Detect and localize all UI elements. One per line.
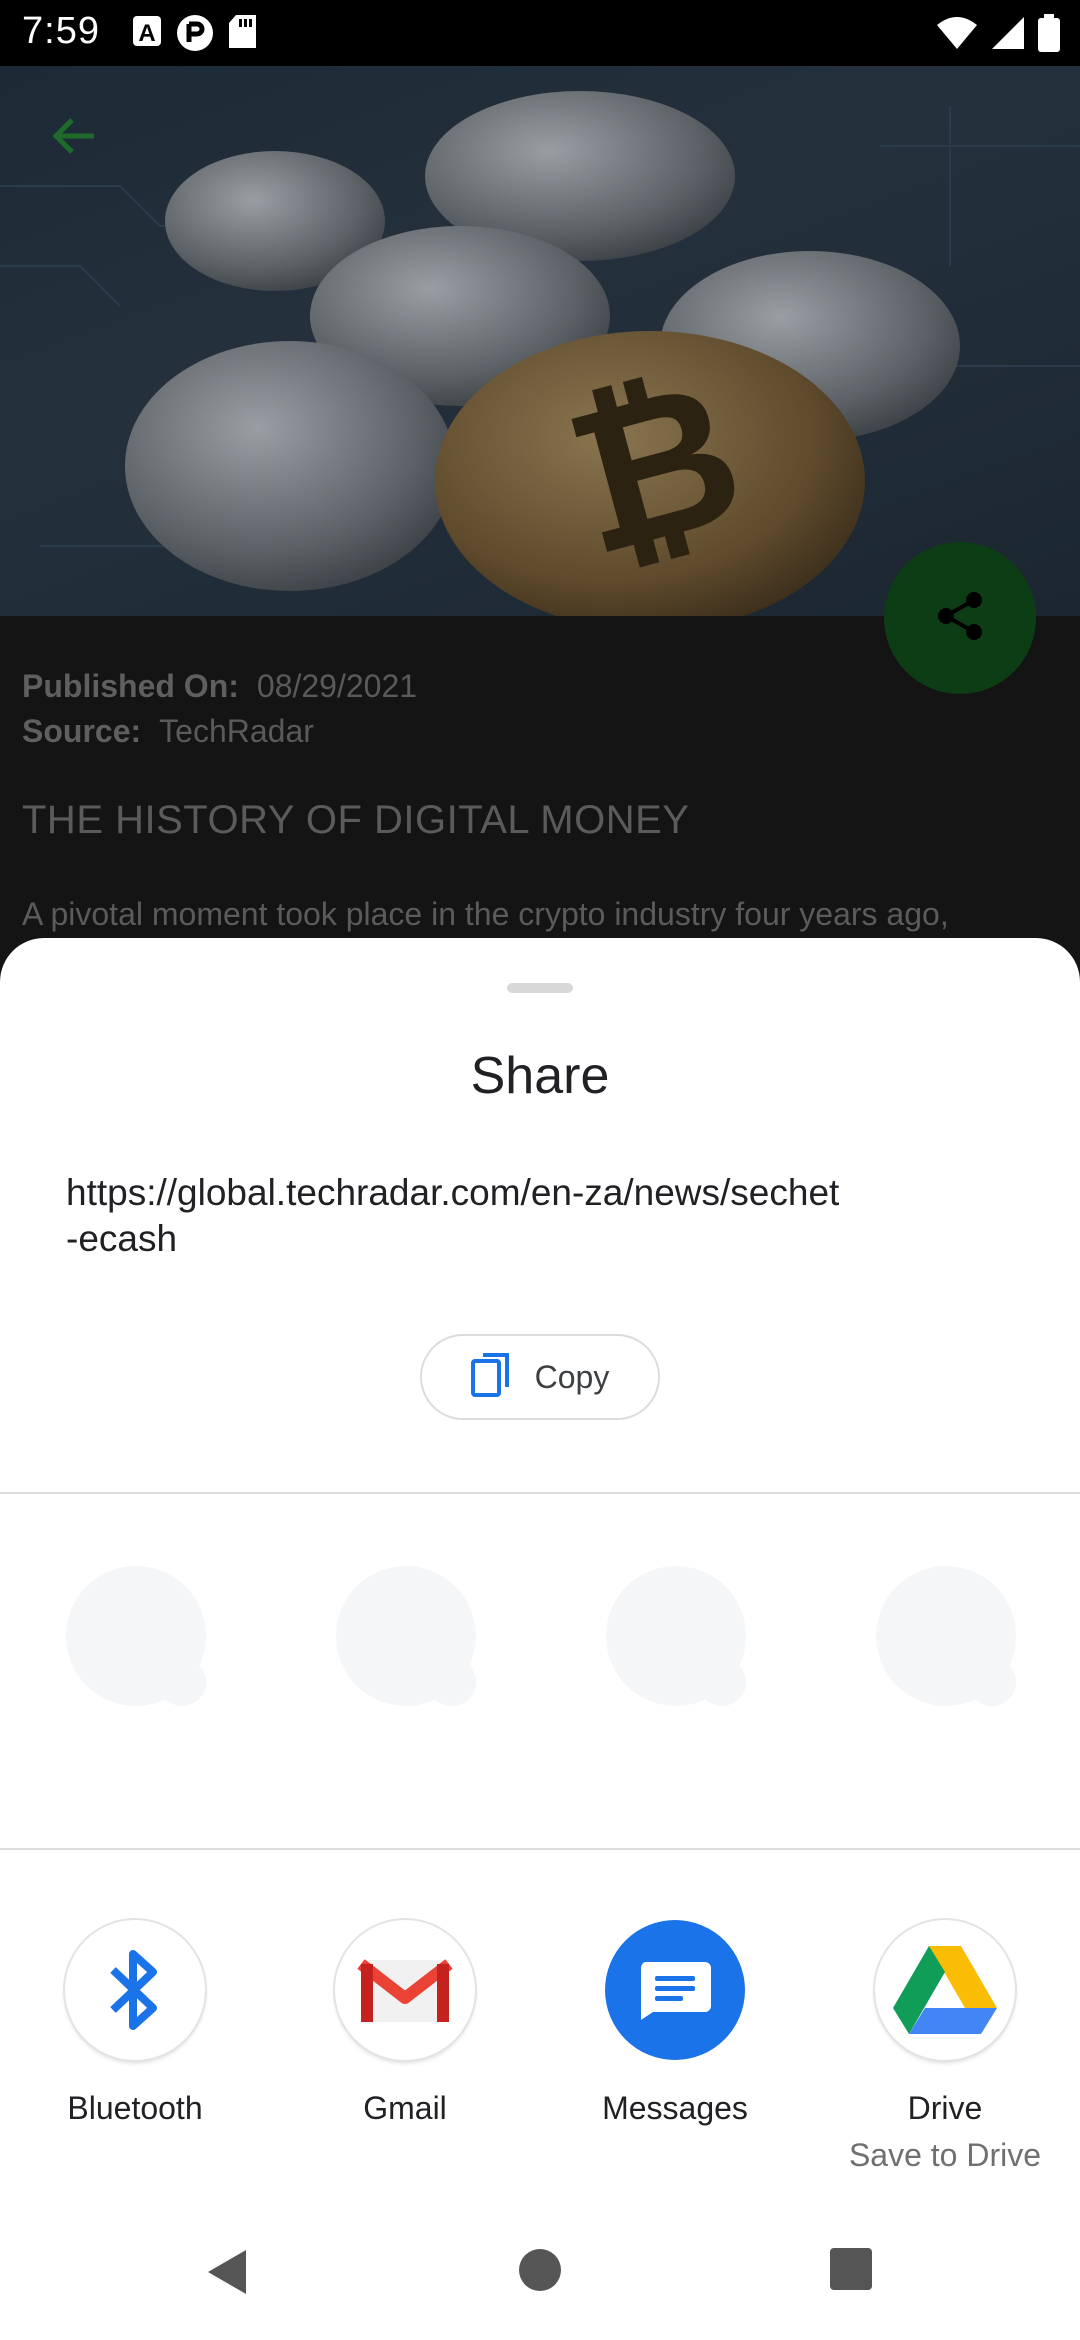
copy-button[interactable]: Copy — [420, 1334, 660, 1420]
wifi-icon — [936, 15, 978, 56]
divider-top — [0, 1492, 1080, 1494]
direct-share-placeholder — [336, 1566, 476, 1706]
share-sheet: Share https://global.techradar.com/en-za… — [0, 938, 1080, 2340]
share-target-bluetooth[interactable]: Bluetooth — [0, 1920, 270, 2127]
battery-icon — [1038, 14, 1060, 57]
direct-share-placeholder — [876, 1566, 1016, 1706]
crypto-hero-image: ₿ — [0, 66, 1080, 616]
direct-share-placeholder — [606, 1566, 746, 1706]
navigation-bar — [0, 2210, 1080, 2340]
bluetooth-label: Bluetooth — [67, 2090, 203, 2126]
gmail-label: Gmail — [363, 2090, 447, 2126]
bluetooth-icon — [65, 1920, 205, 2060]
copy-icon — [470, 1352, 511, 1402]
share-url-line-2: -ecash — [66, 1218, 178, 1259]
share-url-line-1: https://global.techradar.com/en-za/news/… — [66, 1172, 840, 1213]
article-meta: Published On: 08/29/2021 Source: TechRadar — [22, 664, 417, 754]
drag-handle[interactable] — [507, 983, 573, 993]
sync-icon — [176, 14, 214, 57]
share-fab-button[interactable] — [884, 542, 1036, 694]
share-title: Share — [470, 1047, 610, 1105]
back-arrow-icon[interactable] — [50, 116, 96, 161]
copy-label: Copy — [534, 1358, 610, 1395]
source-label: Source: — [22, 713, 142, 749]
drive-sublabel: Save to Drive — [848, 2137, 1042, 2173]
article-body: A pivotal moment took place in the crypt… — [22, 896, 949, 932]
svg-text:A: A — [138, 20, 155, 47]
signal-icon — [990, 15, 1026, 56]
divider-bottom — [0, 1848, 1080, 1850]
article-title: THE HISTORY OF DIGITAL MONEY — [22, 798, 690, 842]
share-icon — [932, 588, 988, 649]
published-label: Published On: — [22, 668, 239, 704]
nav-back-icon[interactable] — [204, 2248, 248, 2301]
drive-icon — [875, 1920, 1015, 2060]
drive-label: Drive — [907, 2090, 983, 2126]
share-target-messages[interactable]: Messages — [540, 1920, 810, 2127]
share-url: https://global.techradar.com/en-za/news/… — [66, 1170, 966, 1262]
text-a-icon: A — [132, 14, 162, 57]
gmail-icon — [335, 1920, 475, 2060]
published-value: 08/29/2021 — [256, 668, 418, 704]
nav-recents-icon[interactable] — [830, 2248, 872, 2295]
status-time: 7:59 — [22, 10, 100, 52]
messages-label: Messages — [602, 2090, 748, 2126]
share-target-gmail[interactable]: Gmail — [270, 1920, 540, 2127]
source-value: TechRadar — [159, 713, 314, 749]
nav-home-icon[interactable] — [518, 2248, 562, 2297]
sd-card-icon — [228, 14, 258, 57]
direct-share-placeholder — [66, 1566, 206, 1706]
messages-icon — [605, 1920, 745, 2060]
status-bar: 7:59 A — [0, 0, 1080, 66]
share-target-drive[interactable]: Drive Save to Drive — [810, 1920, 1080, 2174]
